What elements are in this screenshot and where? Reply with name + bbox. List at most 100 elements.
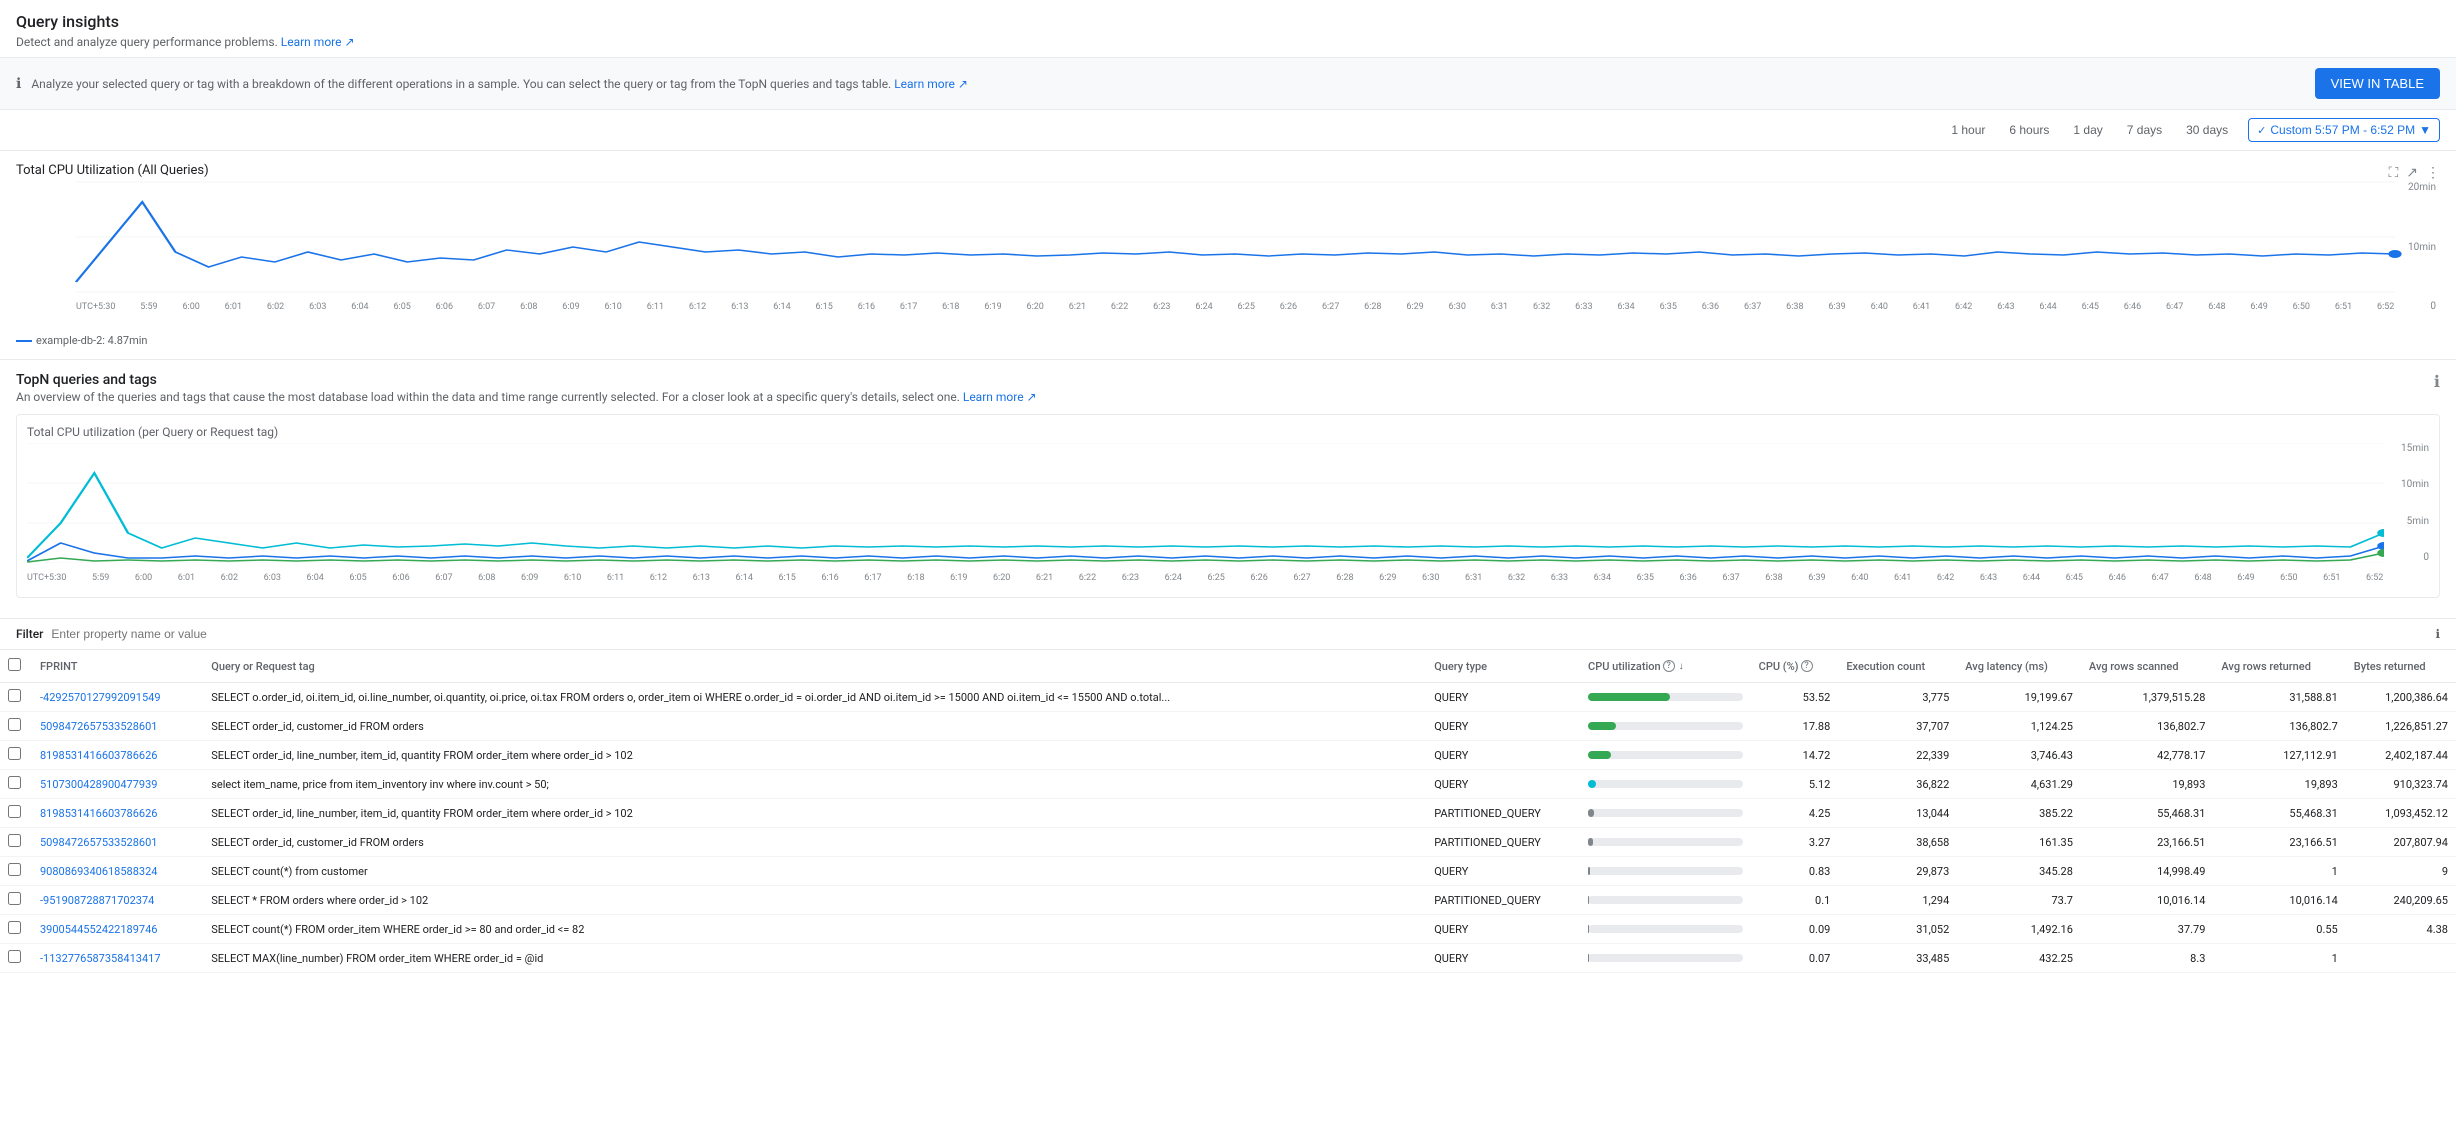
row-fprint: 5098472657533528601 bbox=[32, 712, 203, 741]
time-range-1hour[interactable]: 1 hour bbox=[1947, 121, 1989, 139]
row-checkbox-cell bbox=[0, 741, 32, 770]
table-body: -4292570127992091549 SELECT o.order_id, … bbox=[0, 683, 2456, 973]
row-avg-rows-returned: 19,893 bbox=[2213, 770, 2345, 799]
th-checkbox bbox=[0, 650, 32, 683]
time-range-custom[interactable]: ✓ Custom 5:57 PM - 6:52 PM ▼ bbox=[2248, 118, 2440, 142]
row-avg-rows-returned: 55,468.31 bbox=[2213, 799, 2345, 828]
row-cpu-pct: 0.09 bbox=[1751, 915, 1839, 944]
time-range-7days[interactable]: 7 days bbox=[2123, 121, 2166, 139]
row-query-type: QUERY bbox=[1426, 683, 1580, 712]
fprint-link-3[interactable]: 5107300428900477939 bbox=[40, 778, 157, 791]
row-avg-rows-scanned: 1,379,515.28 bbox=[2081, 683, 2213, 712]
table-row: 5098472657533528601 SELECT order_id, cus… bbox=[0, 828, 2456, 857]
row-avg-rows-scanned: 37.79 bbox=[2081, 915, 2213, 944]
chart-fullscreen-icon[interactable]: ⛶ bbox=[2388, 165, 2398, 181]
fprint-link-4[interactable]: 8198531416603786626 bbox=[40, 807, 157, 820]
row-query: SELECT order_id, customer_id FROM orders bbox=[203, 712, 1426, 741]
th-exec-count: Execution count bbox=[1838, 650, 1957, 683]
fprint-link-7[interactable]: -951908728871702374 bbox=[40, 894, 154, 907]
row-exec-count: 37,707 bbox=[1838, 712, 1957, 741]
cpu-chart-title: Total CPU utilization (per Query or Requ… bbox=[27, 425, 2429, 439]
learn-more-link-banner[interactable]: Learn more ↗ bbox=[894, 77, 968, 91]
table-row: -951908728871702374 SELECT * FROM orders… bbox=[0, 886, 2456, 915]
row-fprint: 5098472657533528601 bbox=[32, 828, 203, 857]
row-fprint: 9080869340618588324 bbox=[32, 857, 203, 886]
fprint-link-6[interactable]: 9080869340618588324 bbox=[40, 865, 157, 878]
filter-info-icon[interactable]: ℹ bbox=[2435, 627, 2440, 641]
row-cpu-bar bbox=[1580, 683, 1751, 712]
row-query: SELECT * FROM orders where order_id > 10… bbox=[203, 886, 1426, 915]
row-checkbox-1[interactable] bbox=[8, 718, 21, 731]
cpu-util-sort-icon[interactable]: ↓ bbox=[1679, 661, 1684, 672]
fprint-link-0[interactable]: -4292570127992091549 bbox=[40, 691, 161, 704]
fprint-link-8[interactable]: 3900544552422189746 bbox=[40, 923, 157, 936]
fprint-link-9[interactable]: -1132776587358413417 bbox=[40, 952, 161, 965]
row-query: SELECT count(*) FROM order_item WHERE or… bbox=[203, 915, 1426, 944]
row-query-type: PARTITIONED_QUERY bbox=[1426, 799, 1580, 828]
row-checkbox-7[interactable] bbox=[8, 892, 21, 905]
topn-info-icon[interactable]: ℹ bbox=[2434, 372, 2440, 391]
fprint-link-1[interactable]: 5098472657533528601 bbox=[40, 720, 157, 733]
chart-share-icon[interactable]: ↗ bbox=[2406, 165, 2418, 181]
filter-bar: Filter ℹ bbox=[0, 618, 2456, 650]
row-avg-latency: 1,124.25 bbox=[1957, 712, 2081, 741]
learn-more-link-header[interactable]: Learn more ↗ bbox=[281, 35, 355, 49]
learn-more-topn[interactable]: Learn more ↗ bbox=[963, 390, 1037, 404]
row-bytes-returned: 4.38 bbox=[2346, 915, 2456, 944]
row-checkbox-cell bbox=[0, 886, 32, 915]
view-in-table-button[interactable]: VIEW IN TABLE bbox=[2315, 68, 2440, 99]
row-checkbox-cell bbox=[0, 857, 32, 886]
row-cpu-bar bbox=[1580, 857, 1751, 886]
row-checkbox-cell bbox=[0, 799, 32, 828]
row-checkbox-cell bbox=[0, 828, 32, 857]
row-bytes-returned: 207,807.94 bbox=[2346, 828, 2456, 857]
fprint-link-5[interactable]: 5098472657533528601 bbox=[40, 836, 157, 849]
row-avg-rows-returned: 0.55 bbox=[2213, 915, 2345, 944]
info-icon: ℹ bbox=[16, 76, 21, 92]
info-banner: ℹ Analyze your selected query or tag wit… bbox=[0, 58, 2456, 110]
row-exec-count: 13,044 bbox=[1838, 799, 1957, 828]
row-query-type: QUERY bbox=[1426, 857, 1580, 886]
row-checkbox-9[interactable] bbox=[8, 950, 21, 963]
cpu-pct-info-icon[interactable]: ? bbox=[1801, 660, 1813, 672]
table-row: 5098472657533528601 SELECT order_id, cus… bbox=[0, 712, 2456, 741]
row-cpu-pct: 0.07 bbox=[1751, 944, 1839, 973]
row-checkbox-8[interactable] bbox=[8, 921, 21, 934]
page-subtitle: Detect and analyze query performance pro… bbox=[16, 35, 2440, 49]
row-avg-latency: 3,746.43 bbox=[1957, 741, 2081, 770]
row-avg-latency: 385.22 bbox=[1957, 799, 2081, 828]
row-checkbox-0[interactable] bbox=[8, 689, 21, 702]
row-checkbox-4[interactable] bbox=[8, 805, 21, 818]
row-cpu-bar bbox=[1580, 712, 1751, 741]
row-bytes-returned: 910,323.74 bbox=[2346, 770, 2456, 799]
row-cpu-pct: 0.83 bbox=[1751, 857, 1839, 886]
row-exec-count: 36,822 bbox=[1838, 770, 1957, 799]
select-all-checkbox[interactable] bbox=[8, 658, 21, 671]
row-exec-count: 29,873 bbox=[1838, 857, 1957, 886]
cpu-util-info-icon[interactable]: ? bbox=[1663, 660, 1675, 672]
chart-more-icon[interactable]: ⋮ bbox=[2426, 165, 2440, 181]
fprint-link-2[interactable]: 8198531416603786626 bbox=[40, 749, 157, 762]
row-avg-latency: 19,199.67 bbox=[1957, 683, 2081, 712]
row-avg-rows-returned: 23,166.51 bbox=[2213, 828, 2345, 857]
row-checkbox-cell bbox=[0, 712, 32, 741]
row-checkbox-5[interactable] bbox=[8, 834, 21, 847]
time-range-1day[interactable]: 1 day bbox=[2069, 121, 2106, 139]
row-checkbox-3[interactable] bbox=[8, 776, 21, 789]
row-avg-rows-returned: 127,112.91 bbox=[2213, 741, 2345, 770]
row-checkbox-2[interactable] bbox=[8, 747, 21, 760]
row-avg-latency: 73.7 bbox=[1957, 886, 2081, 915]
time-range-6hours[interactable]: 6 hours bbox=[2005, 121, 2053, 139]
row-checkbox-cell bbox=[0, 683, 32, 712]
filter-input[interactable] bbox=[51, 627, 2427, 641]
row-avg-latency: 161.35 bbox=[1957, 828, 2081, 857]
time-range-30days[interactable]: 30 days bbox=[2182, 121, 2232, 139]
row-checkbox-6[interactable] bbox=[8, 863, 21, 876]
th-bytes-returned: Bytes returned bbox=[2346, 650, 2456, 683]
row-fprint: 3900544552422189746 bbox=[32, 915, 203, 944]
row-exec-count: 1,294 bbox=[1838, 886, 1957, 915]
time-range-bar: 1 hour 6 hours 1 day 7 days 30 days ✓ Cu… bbox=[0, 110, 2456, 151]
total-cpu-chart-area bbox=[76, 182, 2395, 292]
row-avg-rows-scanned: 42,778.17 bbox=[2081, 741, 2213, 770]
th-avg-rows-returned: Avg rows returned bbox=[2213, 650, 2345, 683]
